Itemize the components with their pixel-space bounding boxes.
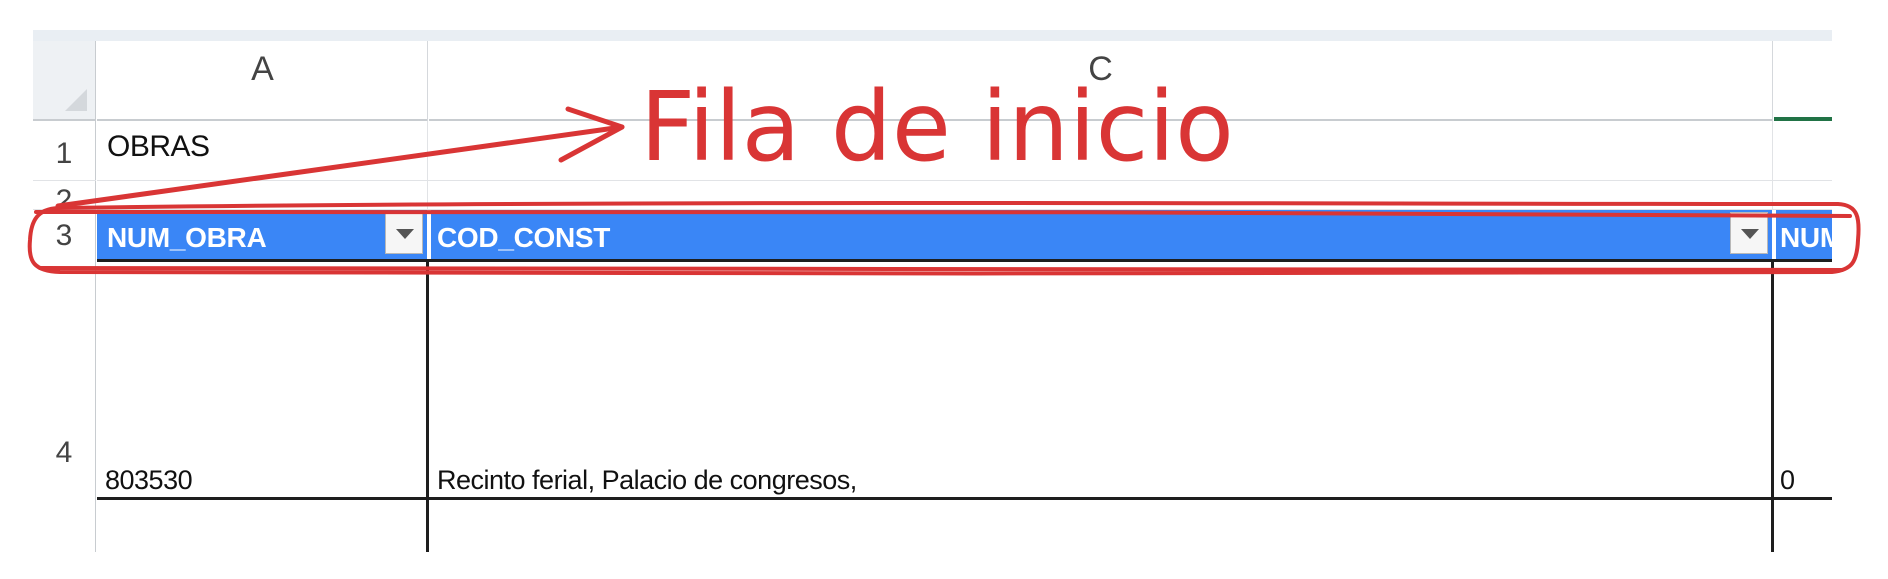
spreadsheet-grid: A C 1 2 3 4 OBRAS NUM_OBRA COD_CONST NUM… (33, 30, 1832, 552)
table-header-separator (1772, 210, 1776, 260)
cell-d4[interactable]: 0 (1780, 465, 1795, 496)
filter-button-cod-const[interactable] (1730, 212, 1768, 254)
table-header-row (97, 210, 1832, 260)
gridline (427, 121, 428, 210)
row-header-5[interactable] (33, 498, 96, 552)
filter-dropdown-icon (396, 229, 414, 239)
column-header-c[interactable]: C (429, 41, 1772, 121)
table-border (97, 259, 1832, 262)
select-all-corner[interactable] (33, 41, 96, 121)
row-header-1-label: 1 (55, 137, 73, 170)
gridline (33, 180, 96, 181)
filter-dropdown-icon (1741, 229, 1759, 239)
table-header-separator (427, 210, 431, 260)
row-header-2[interactable]: 2 (33, 181, 96, 217)
filter-button-num-obra[interactable] (385, 212, 423, 254)
column-header-d[interactable] (1774, 41, 1832, 121)
table-header-num[interactable]: NUM_ (1780, 210, 1832, 260)
gridline (97, 180, 1832, 181)
cell-a1[interactable]: OBRAS (107, 130, 210, 164)
column-header-a[interactable]: A (97, 41, 428, 121)
gridline (1772, 121, 1773, 210)
row-header-1[interactable]: 1 (33, 121, 96, 181)
row-header-4-label: 4 (55, 436, 73, 469)
cell-c4[interactable]: Recinto ferial, Palacio de congresos, (437, 465, 857, 496)
row-header-4[interactable]: 4 (33, 260, 96, 498)
table-border (426, 259, 429, 552)
table-border (1771, 259, 1774, 552)
table-border (97, 497, 1832, 500)
table-header-num-obra[interactable]: NUM_OBRA (107, 210, 267, 260)
column-header-c-label: C (1088, 50, 1113, 88)
column-header-a-label: A (251, 50, 274, 88)
select-all-triangle-icon (65, 89, 87, 111)
column-separator[interactable] (1772, 41, 1773, 121)
row-header-3-label: 3 (55, 219, 73, 252)
column-separator[interactable] (427, 41, 428, 121)
gridline (33, 209, 96, 210)
row-header-3[interactable]: 3 (33, 210, 96, 260)
cell-a4[interactable]: 803530 (105, 465, 193, 496)
table-header-cod-const[interactable]: COD_CONST (437, 210, 610, 260)
ribbon-edge (33, 30, 1832, 41)
